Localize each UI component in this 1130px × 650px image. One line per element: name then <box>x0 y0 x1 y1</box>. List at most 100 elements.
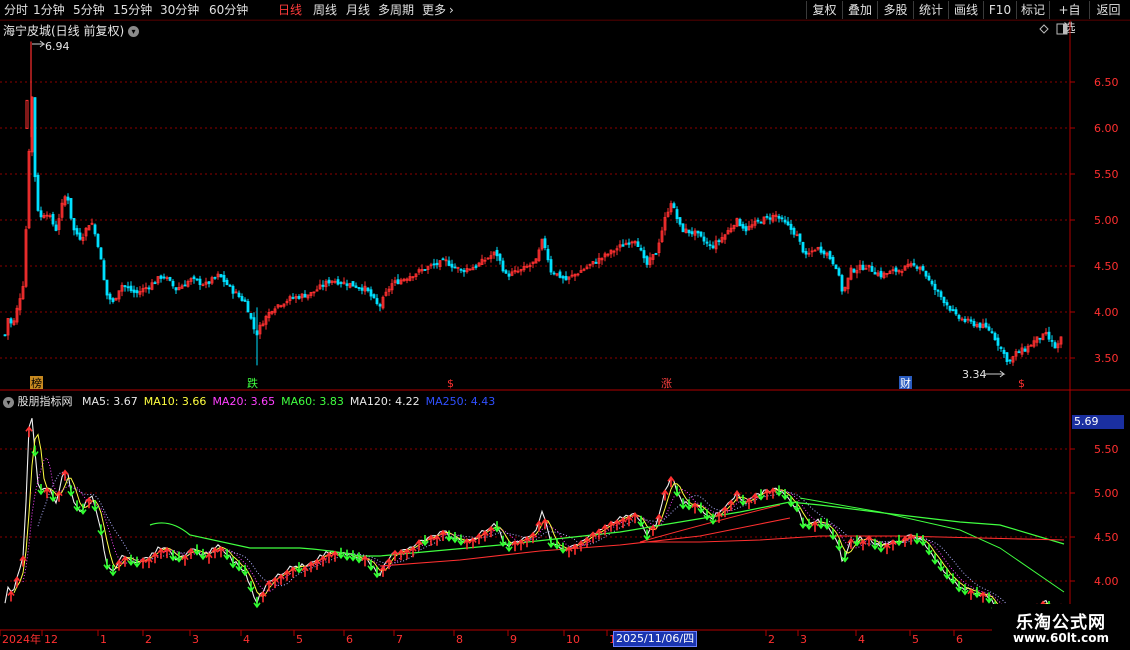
candle-body <box>321 284 325 287</box>
candle-body <box>1053 342 1057 349</box>
candle-body <box>627 242 631 245</box>
candle-body <box>153 282 157 285</box>
candle-body <box>291 297 295 299</box>
candle-body <box>36 174 40 211</box>
candle-body <box>759 221 763 224</box>
up-arrow-icon <box>889 539 897 551</box>
up-arrow-icon <box>481 530 489 542</box>
candle-body <box>999 346 1003 349</box>
candle-body <box>123 285 127 288</box>
up-arrow-icon <box>517 538 525 551</box>
candle-body <box>639 247 643 251</box>
down-arrow-icon <box>925 544 933 556</box>
candle-body <box>699 231 703 237</box>
up-arrow-icon <box>487 525 495 538</box>
up-arrow-icon <box>433 534 441 546</box>
candle-body <box>978 322 982 328</box>
candle-body <box>792 227 796 235</box>
candle-body <box>345 283 349 286</box>
candle-body <box>435 262 439 266</box>
panel-icon-fill <box>1063 24 1067 34</box>
candle-body <box>942 296 946 304</box>
candle-body <box>744 226 748 232</box>
low-price-label: 3.34 <box>962 368 987 381</box>
candle-body <box>25 99 29 129</box>
candle-body <box>198 278 202 285</box>
up-arrow-icon <box>25 425 33 438</box>
candle-body <box>174 287 178 291</box>
candle-body <box>297 296 301 299</box>
x-tick-label: 7 <box>396 633 403 646</box>
candle-body <box>738 219 742 227</box>
candle-body <box>768 217 772 220</box>
candlesticks <box>3 41 1063 366</box>
up-arrow-icon <box>763 488 771 500</box>
candle-body <box>162 276 166 279</box>
candle-body <box>984 322 988 328</box>
candle-body <box>108 293 112 300</box>
event-marker: $ <box>447 377 454 390</box>
chart-canvas[interactable]: 6.50 6.00 5.50 5.00 4.50 4.00 3.50 5.50 5.00 4.50… <box>0 0 1130 650</box>
down-arrow-icon <box>127 554 135 567</box>
candle-body <box>72 218 76 231</box>
candle-body <box>870 266 874 272</box>
candle-body <box>834 264 838 270</box>
candle-body <box>945 302 949 306</box>
candle-body <box>789 223 793 230</box>
candle-body <box>441 258 445 261</box>
candle-body <box>135 290 139 294</box>
candle-body <box>951 309 955 311</box>
candle-body <box>354 285 358 288</box>
candle-body <box>54 224 58 231</box>
axes <box>0 19 1130 636</box>
candle-body <box>687 229 691 234</box>
candle-body <box>93 224 97 235</box>
candle-body <box>126 286 130 289</box>
watermark-name: 乐淘公式网 <box>1016 613 1106 633</box>
axis-labels: 6.50 6.00 5.50 5.00 4.50 4.00 3.50 5.50 5.00 4.50… <box>2 40 1119 646</box>
down-arrow-icon <box>97 524 105 536</box>
candle-body <box>756 219 760 222</box>
candle-body <box>930 280 934 285</box>
up-arrow-icon <box>769 487 777 499</box>
event-marker: 榜 <box>31 376 42 390</box>
x-tick-label: 2 <box>145 633 152 646</box>
x-tick-label: 10 <box>566 633 580 646</box>
candle-body <box>66 196 70 201</box>
down-arrow-icon <box>985 592 993 604</box>
down-arrow-icon <box>493 521 501 533</box>
candle-body <box>969 319 973 322</box>
candle-body <box>678 217 682 225</box>
candle-body <box>69 198 73 219</box>
candle-body <box>798 233 802 242</box>
up-arrow-icon <box>181 554 189 566</box>
candle-body <box>474 265 478 268</box>
candle-body <box>495 249 499 257</box>
x-tick-label: 4 <box>858 633 865 646</box>
x-tick-label: 2 <box>768 633 775 646</box>
candle-body <box>645 256 649 265</box>
down-arrow-icon <box>73 500 81 512</box>
candle-body <box>303 293 307 298</box>
candle-body <box>543 238 547 249</box>
up-arrow-icon <box>211 546 219 559</box>
up-arrow-icon <box>613 519 621 531</box>
candle-body <box>804 251 808 255</box>
candle-body <box>972 321 976 327</box>
down-arrow-icon <box>787 496 795 508</box>
x-tick-label: 4 <box>243 633 250 646</box>
up-arrow-icon <box>259 591 267 603</box>
down-arrow-icon <box>799 517 807 529</box>
ma60-line <box>149 522 380 557</box>
up-arrow-icon <box>475 532 483 545</box>
candle-body <box>423 269 427 271</box>
down-arrow-icon <box>103 558 111 571</box>
down-arrow-icon <box>223 548 231 561</box>
candle-body <box>129 285 133 292</box>
up-arrow-icon <box>625 514 633 527</box>
x-tick-label: 3 <box>192 633 199 646</box>
candle-body <box>912 263 916 266</box>
y-tick-label: 4.00 <box>1094 306 1119 319</box>
candle-body <box>357 287 361 289</box>
up-arrow-icon <box>979 591 987 603</box>
